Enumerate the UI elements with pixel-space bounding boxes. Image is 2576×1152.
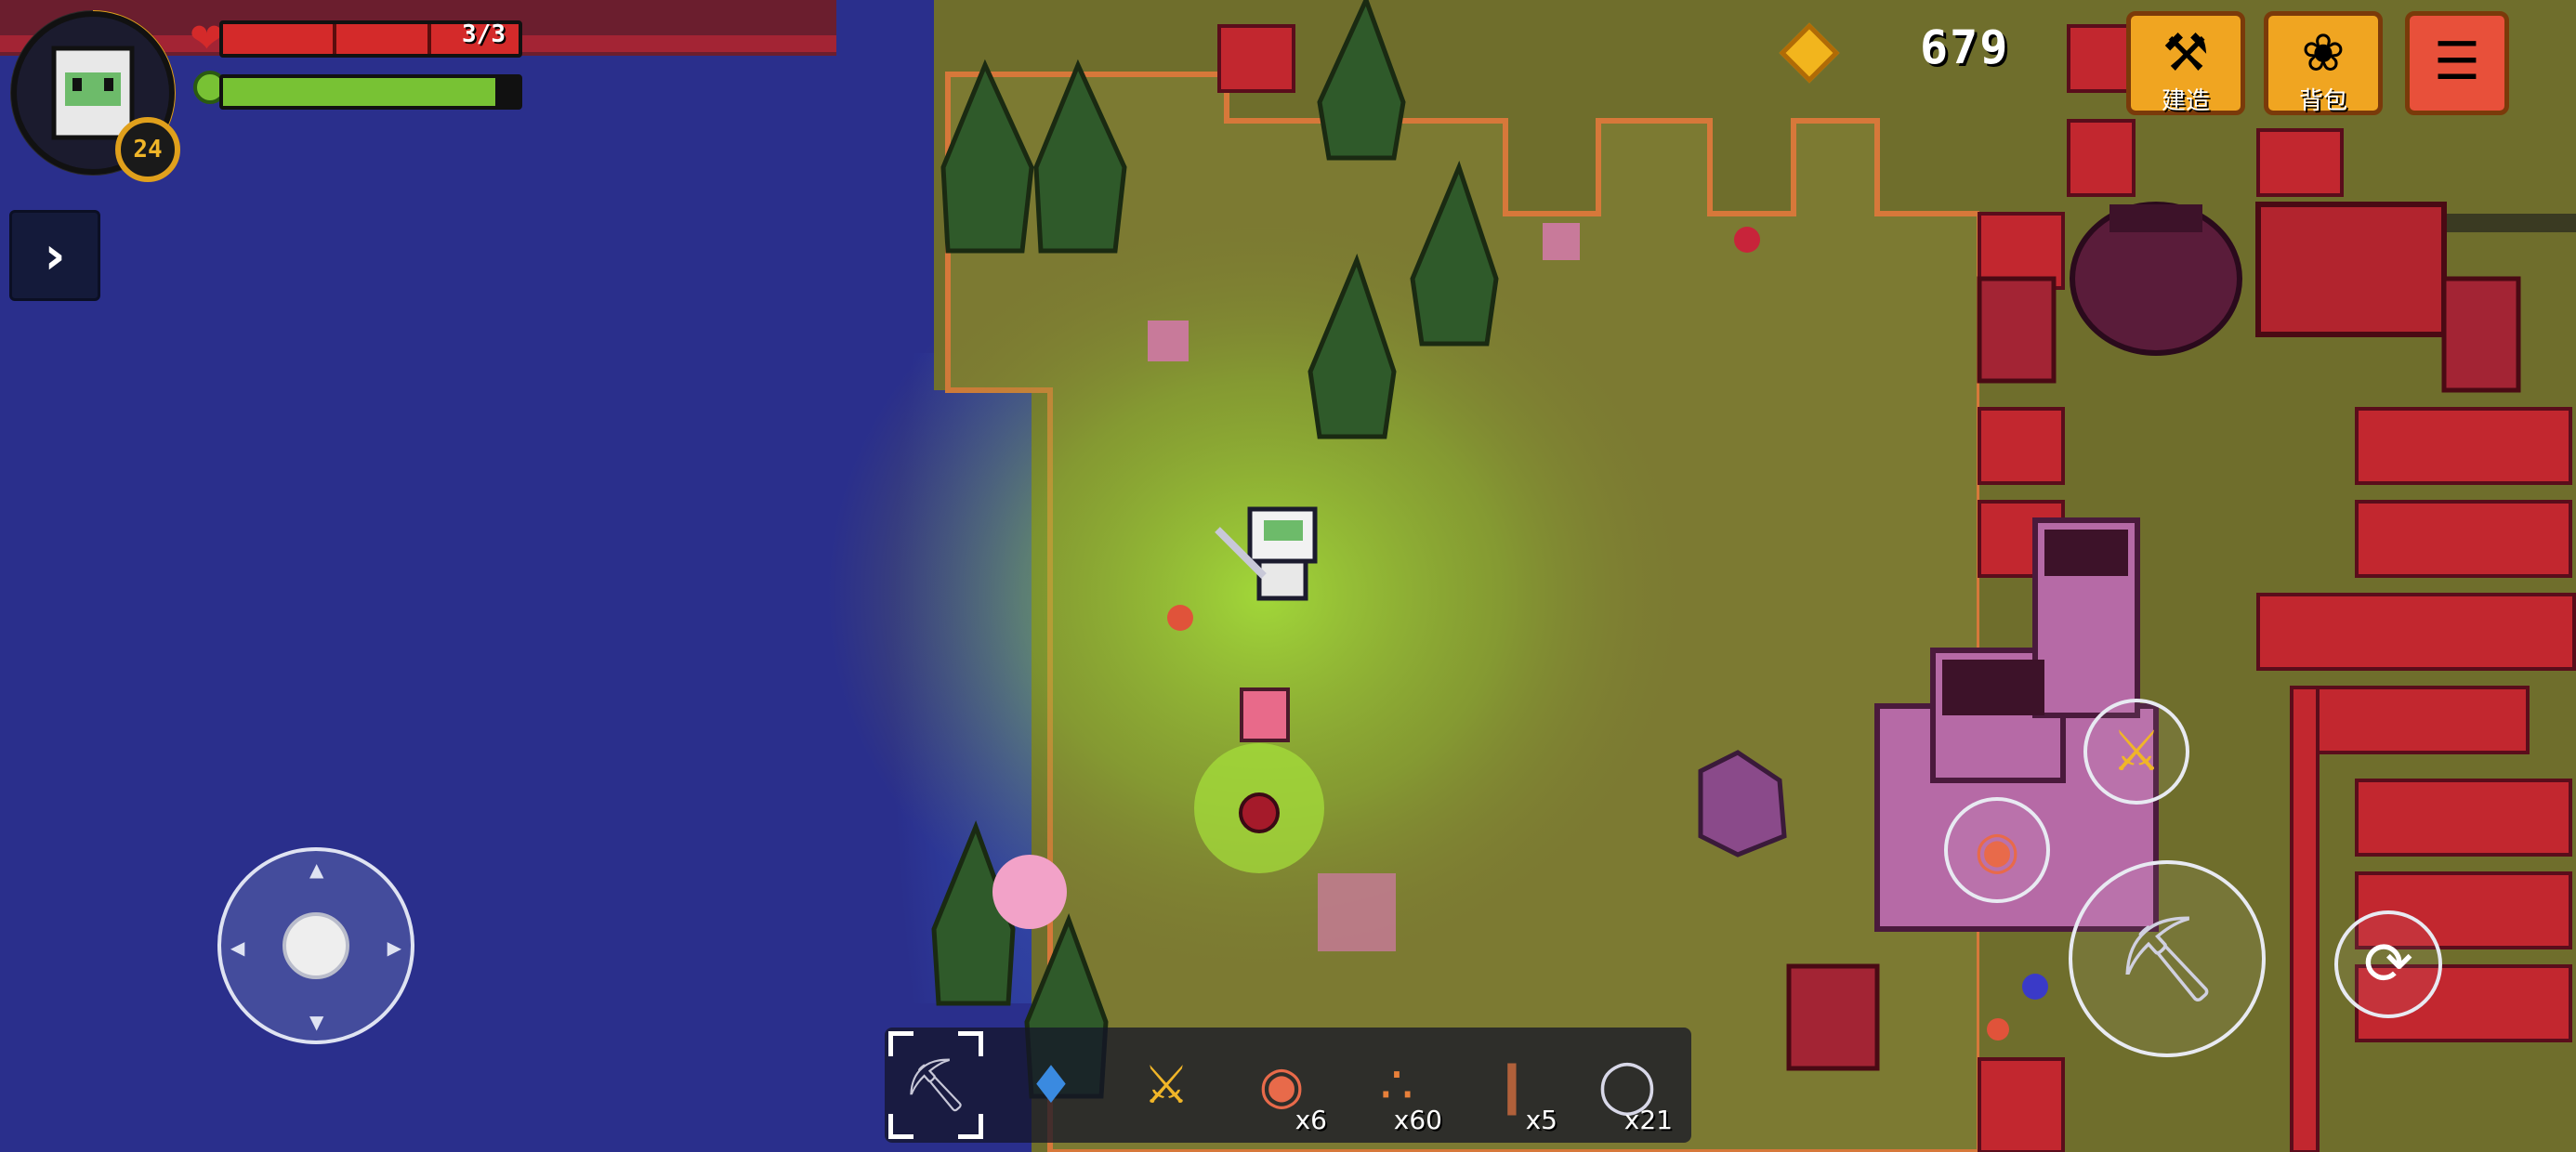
energy-bar: [219, 74, 522, 110]
arrow-right-icon: ▶: [387, 936, 401, 959]
hotbar-slot[interactable]: ⛏: [885, 1028, 987, 1143]
selection-corner: [958, 1114, 983, 1139]
movement-joystick[interactable]: ▲ ▼ ◀ ▶: [217, 847, 414, 1044]
chevron-right-icon: ›: [44, 225, 66, 286]
slot-count: x21: [1623, 1105, 1673, 1135]
food-bowl-icon: ◉: [1974, 819, 2020, 881]
pickaxe-icon: ⛏: [2113, 910, 2221, 1008]
hotbar-slot[interactable]: ♦: [1000, 1028, 1102, 1143]
expand-menu-button[interactable]: ›: [9, 210, 100, 301]
roll-icon: ⟳: [2363, 930, 2413, 999]
hotbar-slot[interactable]: ◉ x6: [1230, 1028, 1333, 1143]
selection-corner: [888, 1114, 913, 1139]
arrow-down-icon: ▼: [309, 1011, 324, 1033]
joystick-knob[interactable]: [283, 912, 349, 979]
hotbar-slot[interactable]: ∴ x60: [1346, 1028, 1448, 1143]
pickaxe-icon: ⛏: [902, 1055, 969, 1116]
backpack-button[interactable]: ❀ 背包: [2264, 11, 2383, 115]
build-button-label: 建造: [2161, 87, 2210, 115]
arrow-up-icon: ▲: [309, 858, 324, 881]
selection-corner: [888, 1031, 913, 1056]
slot-count: x5: [1525, 1105, 1557, 1135]
selection-corner: [958, 1031, 983, 1056]
bag-icon: ❀: [2301, 23, 2346, 84]
health-divider: [427, 24, 431, 54]
level-badge: 24: [115, 117, 180, 182]
arrow-left-icon: ◀: [230, 936, 245, 959]
quick-food-button[interactable]: ◉: [1944, 797, 2050, 903]
quest-scroll-button[interactable]: ☰: [2405, 11, 2509, 115]
shovel-icon: ♦: [1027, 1054, 1075, 1116]
anvil-icon: ⚒: [2162, 23, 2210, 84]
energy-fill: [223, 78, 495, 106]
hotbar-slot[interactable]: ❙ x5: [1461, 1028, 1563, 1143]
hotbar-slot[interactable]: ⚔: [1115, 1028, 1217, 1143]
build-button[interactable]: ⚒ 建造: [2126, 11, 2245, 115]
attack-button[interactable]: ⛏: [2069, 860, 2266, 1057]
backpack-button-label: 背包: [2298, 87, 2347, 115]
health-text: 3/3: [462, 20, 506, 48]
sword-icon: ⚔: [2111, 719, 2162, 784]
scroll-icon: ☰: [2433, 32, 2481, 92]
health-bar: 3/3: [219, 20, 522, 58]
roll-button[interactable]: ⟳: [2334, 910, 2442, 1018]
coin-count: 679: [1920, 20, 2010, 74]
health-divider: [333, 24, 336, 54]
quick-weapon-button[interactable]: ⚔: [2083, 699, 2189, 805]
hotbar-slot[interactable]: ◯ x21: [1576, 1028, 1678, 1143]
slot-count: x60: [1393, 1105, 1442, 1135]
sword-icon: ⚔: [1142, 1054, 1190, 1116]
slot-count: x6: [1295, 1105, 1327, 1135]
hotbar: ⛏ ♦ ⚔ ◉ x6 ∴ x60 ❙ x5 ◯ x21: [885, 1028, 1691, 1143]
